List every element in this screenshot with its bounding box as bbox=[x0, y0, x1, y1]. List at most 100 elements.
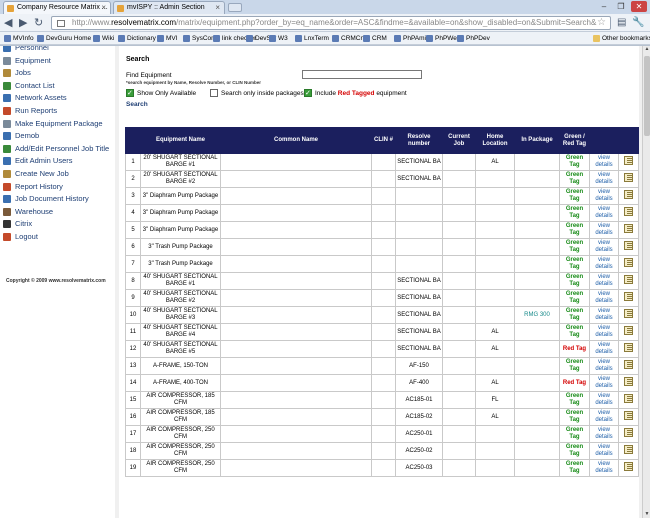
view-details-link[interactable]: view details bbox=[589, 306, 619, 324]
edit-icon[interactable] bbox=[624, 190, 633, 199]
column-header[interactable]: Current Job bbox=[442, 127, 476, 154]
view-details-link[interactable]: view details bbox=[589, 170, 619, 188]
bookmark-item[interactable]: CRMCnt bbox=[331, 33, 366, 44]
scroll-up-icon[interactable]: ▲ bbox=[643, 46, 650, 54]
sidebar-item-edit-admin-users[interactable]: Edit Admin Users bbox=[0, 155, 115, 167]
maximize-icon[interactable]: ❐ bbox=[613, 1, 629, 12]
view-details-link[interactable]: view details bbox=[589, 340, 619, 358]
edit-icon[interactable] bbox=[624, 173, 633, 182]
edit-icon[interactable] bbox=[624, 428, 633, 437]
edit-icon[interactable] bbox=[624, 360, 633, 369]
bookmark-item[interactable]: MVI bbox=[156, 33, 178, 44]
bookmark-item[interactable]: Wiki bbox=[92, 33, 114, 44]
edit-icon[interactable] bbox=[624, 394, 633, 403]
edit-icon[interactable] bbox=[624, 462, 633, 471]
checkbox-checked[interactable] bbox=[126, 89, 134, 98]
close-tab-icon[interactable]: × bbox=[101, 3, 106, 12]
bookmark-item[interactable]: SysCon bbox=[182, 33, 215, 44]
view-details-link[interactable]: view details bbox=[589, 425, 619, 443]
address-bar[interactable]: http://www.resolvematrix.com/matrix/equi… bbox=[51, 16, 611, 30]
column-header[interactable]: Green / Red Tag bbox=[559, 127, 590, 154]
sidebar-item-report-history[interactable]: Report History bbox=[0, 181, 115, 193]
edit-icon[interactable] bbox=[624, 156, 633, 165]
edit-icon[interactable] bbox=[624, 309, 633, 318]
view-details-link[interactable]: view details bbox=[589, 153, 619, 171]
close-window-icon[interactable]: ✕ bbox=[631, 1, 647, 12]
edit-icon[interactable] bbox=[624, 411, 633, 420]
column-header[interactable]: Common Name bbox=[220, 127, 372, 154]
sidebar-item-warehouse[interactable]: Warehouse bbox=[0, 206, 115, 218]
bookmark-item[interactable]: Dictionary bbox=[117, 33, 156, 44]
edit-icon[interactable] bbox=[624, 241, 633, 250]
checkbox-checked[interactable] bbox=[304, 89, 312, 98]
bookmark-item[interactable]: CRM bbox=[362, 33, 387, 44]
sidebar-item-network-assets[interactable]: Network Assets bbox=[0, 92, 115, 104]
edit-icon[interactable] bbox=[624, 377, 633, 386]
sidebar-item-equipment[interactable]: Equipment bbox=[0, 55, 115, 67]
sidebar-item-personnel[interactable]: Personnel bbox=[0, 46, 115, 54]
back-icon[interactable]: ◀ bbox=[4, 17, 12, 29]
bookmark-item[interactable]: LnxTerm bbox=[294, 33, 329, 44]
new-tab-button[interactable] bbox=[228, 3, 242, 12]
view-details-link[interactable]: view details bbox=[589, 459, 619, 477]
view-details-link[interactable]: view details bbox=[589, 204, 619, 222]
view-details-link[interactable]: view details bbox=[589, 357, 619, 375]
sidebar-item-job-document-history[interactable]: Job Document History bbox=[0, 193, 115, 205]
sidebar-item-add-edit-personnel-job-title[interactable]: Add/Edit Personnel Job Title bbox=[0, 143, 115, 155]
view-details-link[interactable]: view details bbox=[589, 272, 619, 290]
minimize-icon[interactable]: – bbox=[596, 1, 612, 12]
view-details-link[interactable]: view details bbox=[589, 238, 619, 256]
sidebar-item-contact-list[interactable]: Contact List bbox=[0, 80, 115, 92]
sidebar-item-make-equipment-package[interactable]: Make Equipment Package bbox=[0, 118, 115, 130]
view-details-link[interactable]: view details bbox=[589, 289, 619, 307]
scroll-down-icon[interactable]: ▼ bbox=[643, 511, 650, 518]
edit-icon[interactable] bbox=[624, 224, 633, 233]
find-equipment-input[interactable] bbox=[302, 70, 422, 79]
edit-icon[interactable] bbox=[624, 445, 633, 454]
view-details-link[interactable]: view details bbox=[589, 323, 619, 341]
browser-tab-active[interactable]: Company Resource Matrix ... × bbox=[3, 1, 111, 14]
edit-icon[interactable] bbox=[624, 258, 633, 267]
page-scrollbar[interactable]: ▲ ▼ bbox=[642, 46, 650, 518]
edit-icon[interactable] bbox=[624, 292, 633, 301]
sidebar-item-run-reports[interactable]: Run Reports bbox=[0, 105, 115, 117]
search-button[interactable]: Search bbox=[126, 101, 148, 108]
bookmark-item[interactable]: MVInfo bbox=[3, 33, 34, 44]
sidebar-item-logout[interactable]: Logout bbox=[0, 231, 115, 243]
view-details-link[interactable]: view details bbox=[589, 255, 619, 273]
search-inside-packages-checkbox[interactable]: Search only inside packages bbox=[210, 89, 304, 98]
edit-icon[interactable] bbox=[624, 207, 633, 216]
page-menu-icon[interactable]: ▤ bbox=[617, 17, 626, 29]
forward-icon[interactable]: ▶ bbox=[19, 17, 27, 29]
view-details-link[interactable]: view details bbox=[589, 374, 619, 392]
bookmark-item[interactable]: W3 bbox=[268, 33, 288, 44]
sidebar-item-demob[interactable]: Demob bbox=[0, 130, 115, 142]
edit-icon[interactable] bbox=[624, 343, 633, 352]
view-details-link[interactable]: view details bbox=[589, 408, 619, 426]
column-header[interactable]: CLIN # bbox=[371, 127, 396, 154]
show-only-available-checkbox[interactable]: Show Only Available bbox=[126, 89, 196, 98]
column-header[interactable]: Equipment Name bbox=[140, 127, 221, 154]
close-tab-icon[interactable]: × bbox=[215, 3, 220, 12]
view-details-link[interactable]: view details bbox=[589, 391, 619, 409]
bookmark-item[interactable]: PhPDev bbox=[456, 33, 490, 44]
view-details-link[interactable]: view details bbox=[589, 442, 619, 460]
edit-icon[interactable] bbox=[624, 326, 633, 335]
reload-icon[interactable]: ↻ bbox=[34, 17, 43, 29]
column-header[interactable]: Home Location bbox=[475, 127, 515, 154]
view-details-link[interactable]: view details bbox=[589, 187, 619, 205]
bookmark-star-icon[interactable]: ☆ bbox=[597, 17, 606, 28]
column-header[interactable]: In Package bbox=[514, 127, 560, 154]
checkbox-unchecked[interactable] bbox=[210, 89, 218, 97]
bookmark-item[interactable]: DevGuru Home bbox=[36, 33, 91, 44]
view-details-link[interactable]: view details bbox=[589, 221, 619, 239]
column-header[interactable]: Resolve number bbox=[395, 127, 443, 154]
other-bookmarks[interactable]: Other bookmarks bbox=[592, 33, 650, 44]
scrollbar-thumb[interactable] bbox=[644, 56, 650, 136]
sidebar-item-jobs[interactable]: Jobs bbox=[0, 67, 115, 79]
sidebar-item-citrix[interactable]: Citrix bbox=[0, 218, 115, 230]
wrench-menu-icon[interactable]: 🔧 bbox=[632, 17, 644, 29]
browser-tab[interactable]: mvISPY :: Admin Section × bbox=[113, 1, 225, 14]
edit-icon[interactable] bbox=[624, 275, 633, 284]
include-red-tagged-checkbox[interactable]: Include Red Tagged equipment bbox=[304, 89, 407, 98]
